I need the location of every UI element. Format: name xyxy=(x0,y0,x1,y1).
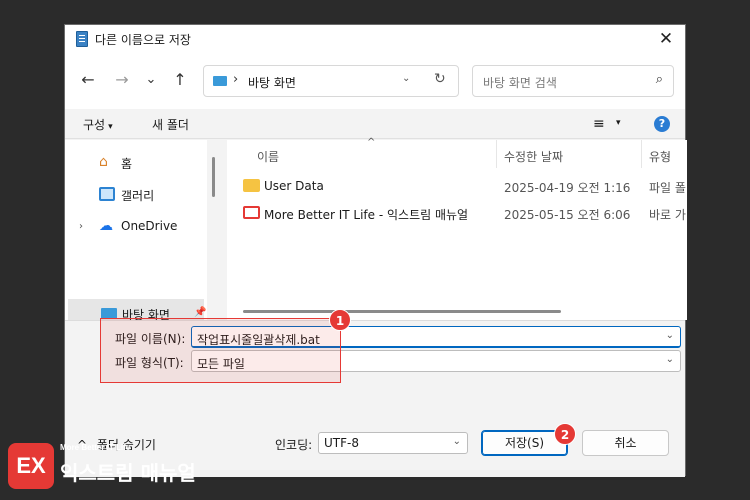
file-type: 파일 폴 xyxy=(649,181,686,195)
encoding-label: 인코딩: xyxy=(275,438,313,452)
notepad-icon xyxy=(76,31,88,47)
column-header-date[interactable]: 수정한 날짜 xyxy=(504,148,563,165)
organize-caret-icon: ▾ xyxy=(108,122,113,132)
column-divider[interactable] xyxy=(496,140,497,168)
column-header-name[interactable]: 이름 xyxy=(257,148,279,165)
refresh-icon[interactable]: ↻ xyxy=(434,71,446,87)
encoding-value: UTF-8 xyxy=(324,436,359,450)
close-button[interactable]: ✕ xyxy=(655,28,677,50)
back-button[interactable]: ← xyxy=(77,69,99,91)
help-icon[interactable]: ? xyxy=(654,116,670,132)
gallery-icon xyxy=(99,187,115,201)
chevron-down-icon[interactable]: ⌄ xyxy=(666,330,674,341)
title-bar: 다른 이름으로 저장 ✕ xyxy=(65,25,685,53)
onedrive-icon: ☁ xyxy=(99,218,113,234)
save-as-dialog: 다른 이름으로 저장 ✕ ← → ⌄ ↑ › 바탕 화면 ⌄ ↻ 바탕 화면 검… xyxy=(64,24,687,477)
sidebar-item-label: OneDrive xyxy=(121,219,178,233)
horizontal-scrollbar[interactable] xyxy=(243,310,561,313)
up-button[interactable]: ↑ xyxy=(169,69,191,91)
breadcrumb-desktop[interactable]: 바탕 화면 xyxy=(248,74,296,91)
annotation-highlight-box xyxy=(100,318,341,383)
file-name: More Better IT Life - 익스트림 매뉴얼 xyxy=(264,208,469,222)
column-divider[interactable] xyxy=(641,140,642,168)
address-dropdown-icon[interactable]: ⌄ xyxy=(402,73,410,84)
navigation-scrollbar[interactable] xyxy=(212,157,215,197)
folder-icon xyxy=(243,179,260,192)
shortcut-icon xyxy=(243,206,260,219)
file-date: 2025-04-19 오전 1:16 xyxy=(504,181,631,195)
pin-icon: 📌 xyxy=(194,307,207,318)
file-list: ^ 이름 수정한 날짜 유형 User Data 2025-04-19 오전 1… xyxy=(227,137,687,320)
file-date: 2025-05-15 오전 6:06 xyxy=(504,208,631,222)
organize-button[interactable]: 구성 ▾ xyxy=(83,116,113,133)
search-placeholder: 바탕 화면 검색 xyxy=(483,76,557,90)
window-title: 다른 이름으로 저장 xyxy=(95,33,191,47)
new-folder-button[interactable]: 새 폴더 xyxy=(152,116,189,133)
desktop-icon xyxy=(213,76,227,86)
cancel-button[interactable]: 취소 xyxy=(582,430,669,456)
breadcrumb-separator: › xyxy=(233,72,239,87)
sidebar-item-label: 갤러리 xyxy=(121,189,155,203)
address-bar[interactable]: › 바탕 화면 ⌄ ↻ xyxy=(203,65,459,97)
view-caret-icon[interactable]: ▾ xyxy=(616,118,621,128)
annotation-badge-1: 1 xyxy=(329,309,351,331)
navigation-bar: ← → ⌄ ↑ › 바탕 화면 ⌄ ↻ 바탕 화면 검색 ⌕ xyxy=(65,53,685,109)
search-icon[interactable]: ⌕ xyxy=(656,72,663,87)
home-icon: ⌂ xyxy=(99,154,108,170)
expand-chevron-icon[interactable]: › xyxy=(79,221,83,232)
chevron-down-icon[interactable]: ⌄ xyxy=(666,354,674,365)
list-item[interactable]: User Data 2025-04-19 오전 1:16 파일 폴 xyxy=(227,173,687,199)
list-item[interactable]: More Better IT Life - 익스트림 매뉴얼 2025-05-1… xyxy=(227,200,687,226)
view-options-icon[interactable]: ≡ xyxy=(593,116,605,132)
logo-mark: EX xyxy=(8,443,54,489)
watermark-logo: EX More Better IT Life 익스트림 매뉴얼 xyxy=(8,441,198,491)
organize-label: 구성 xyxy=(83,118,106,132)
file-name: User Data xyxy=(264,179,324,193)
encoding-select[interactable]: UTF-8 ⌄ xyxy=(318,432,468,454)
search-box[interactable]: 바탕 화면 검색 ⌕ xyxy=(472,65,674,97)
file-type: 바로 가 xyxy=(649,208,686,222)
annotation-badge-2: 2 xyxy=(554,423,576,445)
logo-name: 익스트림 매뉴얼 xyxy=(60,461,196,485)
logo-tagline: More Better IT Life xyxy=(60,443,131,452)
sort-ascending-icon: ^ xyxy=(367,137,376,148)
sidebar-item-label: 홈 xyxy=(121,157,133,171)
forward-button[interactable]: → xyxy=(111,69,133,91)
command-bar: 구성 ▾ 새 폴더 ≡ ▾ ? xyxy=(65,109,685,139)
column-header-type[interactable]: 유형 xyxy=(649,148,671,165)
chevron-down-icon[interactable]: ⌄ xyxy=(453,436,461,447)
recent-locations-button[interactable]: ⌄ xyxy=(140,69,162,91)
navigation-pane: ⌂ 홈 갤러리 › ☁ OneDrive 바탕 화면 📌 xyxy=(65,140,207,329)
